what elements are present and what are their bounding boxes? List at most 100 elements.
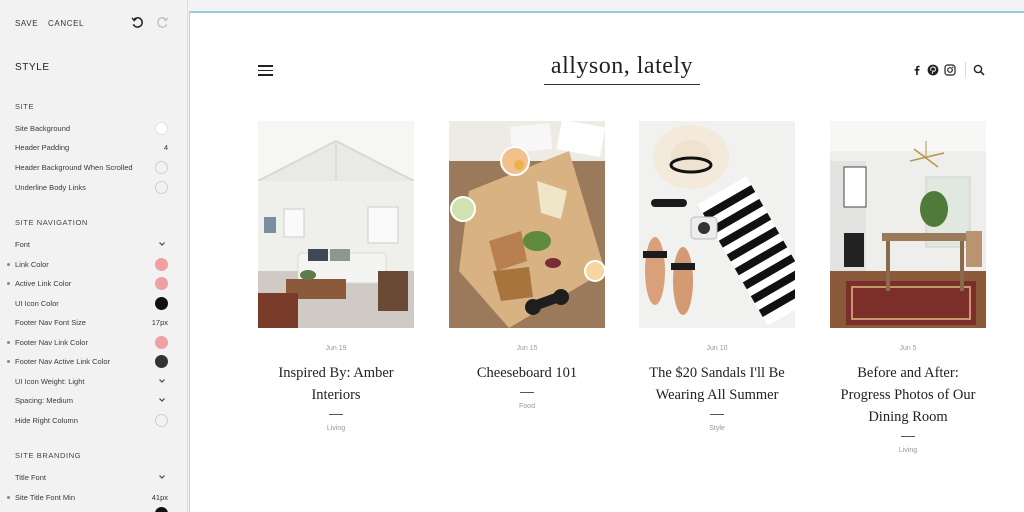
setting-ui-icon-weight[interactable]: UI Icon Weight: Light — [0, 372, 188, 390]
setting-label: Header Background When Scrolled — [15, 163, 133, 172]
setting-site-background[interactable]: Site Background — [0, 119, 188, 137]
post-date: Jun 19 — [325, 345, 347, 352]
post-divider — [901, 436, 915, 437]
site-title-underline — [544, 84, 700, 85]
setting-value: 4 — [163, 143, 168, 152]
setting-active-link-color[interactable]: Active Link Color — [0, 274, 188, 292]
post-title-line: Inspired By: Amber — [278, 365, 394, 381]
post-divider — [710, 414, 724, 415]
setting-value: 17px — [151, 318, 168, 327]
color-swatch[interactable] — [155, 507, 168, 512]
setting-site-title-font-min[interactable]: Site Title Font Min 41px — [0, 488, 188, 506]
site-preview: allyson, lately Jun 19 Inspired By: Ambe… — [189, 11, 1024, 512]
setting-label: Site Title Font Min — [15, 493, 76, 502]
post-category[interactable]: Style — [639, 425, 795, 432]
post-title-line: Progress Photos of Our — [840, 387, 976, 403]
chevron-down-icon — [159, 242, 165, 246]
cancel-button[interactable]: CANCEL — [48, 19, 84, 28]
color-swatch[interactable] — [155, 297, 168, 310]
post-title-line: Interiors — [311, 387, 361, 403]
setting-hide-right-column[interactable]: Hide Right Column — [0, 411, 188, 429]
post-date: Jun 5 — [899, 345, 917, 352]
setting-font[interactable]: Font — [0, 235, 188, 253]
color-swatch[interactable] — [155, 336, 168, 349]
modified-dot — [7, 360, 10, 363]
living-room-photo[interactable] — [257, 121, 415, 328]
post-date: Jun 15 — [516, 345, 538, 352]
setting-label: Footer Nav Active Link Color — [15, 357, 111, 366]
post-title-line: Dining Room — [868, 409, 948, 425]
post-title[interactable]: Before and After: Progress Photos of Our… — [830, 362, 986, 428]
setting-label: Footer Nav Link Color — [15, 338, 88, 347]
post-date: Jun 10 — [706, 345, 728, 352]
style-panel: SAVE CANCEL STYLE SITE Site Background H… — [0, 0, 188, 512]
cheeseboard-photo[interactable] — [449, 119, 606, 328]
post-card[interactable]: Jun 15 Cheeseboard 101 Food — [449, 119, 606, 410]
post-title-line: Wearing All Summer — [655, 387, 779, 403]
color-swatch[interactable] — [155, 355, 168, 368]
setting-label: Active Link Color — [15, 279, 72, 288]
modified-dot — [7, 341, 10, 344]
setting-link-color[interactable]: Link Color — [0, 255, 188, 273]
header-divider — [965, 62, 966, 78]
modified-dot — [7, 282, 10, 285]
post-card[interactable]: Jun 10 The $20 Sandals I'll Be Wearing A… — [639, 121, 817, 432]
setting-footer-nav-active-link-color[interactable]: Footer Nav Active Link Color — [0, 352, 188, 370]
menu-icon[interactable] — [258, 65, 273, 77]
post-title-line: The $20 Sandals I'll Be — [649, 365, 785, 381]
undo-icon[interactable] — [131, 16, 144, 29]
setting-label: Font — [15, 240, 31, 249]
pinterest-icon[interactable] — [927, 64, 939, 76]
chevron-down-icon — [159, 398, 165, 402]
dining-room-photo[interactable] — [830, 121, 986, 328]
post-title[interactable]: Inspired By: Amber Interiors — [258, 362, 414, 406]
setting-value: 41px — [151, 493, 168, 502]
toggle-circle[interactable] — [155, 161, 168, 174]
setting-spacing[interactable]: Spacing: Medium — [0, 391, 188, 409]
post-title[interactable]: The $20 Sandals I'll Be Wearing All Summ… — [639, 362, 795, 406]
chevron-down-icon — [159, 379, 165, 383]
setting-header-padding[interactable]: Header Padding 4 — [0, 138, 188, 156]
panel-title: STYLE — [15, 62, 50, 73]
redo-icon[interactable] — [156, 16, 169, 29]
setting-footer-nav-font-size[interactable]: Footer Nav Font Size 17px — [0, 313, 188, 331]
setting-header-background-scrolled[interactable]: Header Background When Scrolled — [0, 158, 188, 176]
sandals-flatlay-photo[interactable] — [639, 121, 817, 328]
setting-label: Site Background — [15, 124, 71, 133]
section-heading-site-branding: SITE BRANDING — [15, 451, 82, 460]
post-title-line: Before and After: — [857, 365, 959, 381]
color-swatch[interactable] — [155, 122, 168, 135]
setting-label: Header Padding — [15, 143, 70, 152]
setting-ui-icon-color[interactable]: UI Icon Color — [0, 294, 188, 312]
facebook-icon[interactable] — [911, 64, 923, 76]
post-title[interactable]: Cheeseboard 101 — [449, 362, 605, 384]
post-card[interactable]: Jun 19 Inspired By: Amber Interiors Livi… — [257, 121, 415, 432]
modified-dot — [7, 263, 10, 266]
panel-toolbar: SAVE CANCEL — [0, 0, 188, 44]
post-divider — [520, 392, 534, 393]
section-heading-site-navigation: SITE NAVIGATION — [15, 218, 88, 227]
setting-label: Spacing: Medium — [15, 396, 73, 405]
setting-title-font[interactable]: Title Font — [0, 468, 188, 486]
setting-label: Footer Nav Font Size — [15, 318, 86, 327]
color-swatch[interactable] — [155, 258, 168, 271]
setting-label: Title Font — [15, 473, 46, 482]
save-button[interactable]: SAVE — [15, 19, 38, 28]
setting-footer-nav-link-color[interactable]: Footer Nav Link Color — [0, 333, 188, 351]
setting-label: Underline Body Links — [15, 183, 86, 192]
post-divider — [329, 414, 343, 415]
setting-underline-body-links[interactable]: Underline Body Links — [0, 178, 188, 196]
modified-dot — [7, 496, 10, 499]
instagram-icon[interactable] — [944, 64, 956, 76]
post-category[interactable]: Living — [830, 447, 986, 454]
post-category[interactable]: Living — [258, 425, 414, 432]
search-icon[interactable] — [973, 64, 985, 76]
setting-label: UI Icon Color — [15, 299, 59, 308]
site-title[interactable]: allyson, lately — [544, 53, 700, 80]
post-card[interactable]: Jun 5 Before and After: Progress Photos … — [830, 121, 986, 454]
setting-label: Link Color — [15, 260, 49, 269]
post-category[interactable]: Food — [449, 403, 605, 410]
color-swatch[interactable] — [155, 277, 168, 290]
toggle-circle[interactable] — [155, 414, 168, 427]
toggle-circle[interactable] — [155, 181, 168, 194]
